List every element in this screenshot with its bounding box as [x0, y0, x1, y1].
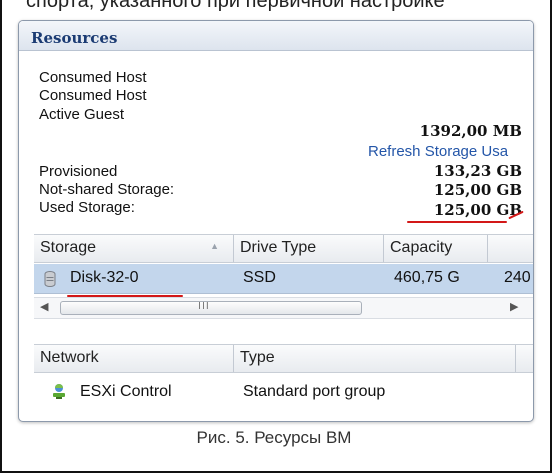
- network-icon: [53, 384, 65, 399]
- column-network-label: Network: [40, 349, 99, 366]
- network-row[interactable]: ESXi Control Standard port group: [34, 378, 533, 408]
- not-shared-storage-label: Not-shared Storage:: [39, 181, 175, 198]
- disk-capacity: 460,75 G: [394, 269, 460, 286]
- scroll-thumb[interactable]: III: [60, 301, 362, 315]
- refresh-storage-link[interactable]: Refresh Storage Usa: [368, 143, 508, 160]
- active-guest-value: 1392,00 MB: [419, 122, 522, 140]
- column-type[interactable]: Type: [234, 345, 516, 372]
- panel-header: Resources: [19, 21, 533, 51]
- scroll-grip: III: [198, 301, 210, 312]
- consumed-host-label-1: Consumed Host: [39, 69, 147, 86]
- scroll-right-icon[interactable]: ▶: [510, 300, 518, 313]
- column-capacity[interactable]: Capacity: [384, 235, 488, 262]
- column-drive-type[interactable]: Drive Type: [234, 235, 384, 262]
- storage-table-header: Storage ▲ Drive Type Capacity: [34, 234, 533, 263]
- used-storage-label: Used Storage:: [39, 199, 135, 216]
- network-type: Standard port group: [243, 383, 386, 400]
- horizontal-scrollbar[interactable]: ◀ III ▶: [34, 297, 533, 319]
- scroll-left-icon[interactable]: ◀: [40, 300, 48, 313]
- disk-name: Disk-32-0: [70, 269, 139, 286]
- column-type-label: Type: [240, 349, 275, 366]
- consumed-host-label-2: Consumed Host: [39, 87, 147, 104]
- sort-arrow-icon: ▲: [210, 241, 219, 251]
- network-name: ESXi Control: [80, 383, 172, 400]
- provisioned-label: Provisioned: [39, 163, 118, 180]
- resources-panel: Resources Consumed Host Consumed Host Ac…: [18, 20, 534, 422]
- network-table-header: Network Type: [34, 344, 533, 373]
- active-guest-label: Active Guest: [39, 106, 125, 123]
- disk-drive-type: SSD: [243, 269, 276, 286]
- disk-extra-column: 240: [504, 269, 531, 286]
- figure-caption: Рис. 5. Ресурсы ВМ: [196, 428, 352, 447]
- not-shared-storage-value: 125,00 GB: [433, 181, 522, 199]
- column-capacity-label: Capacity: [390, 239, 453, 256]
- storage-row-disk[interactable]: Disk-32-0 SSD 460,75 G 240: [34, 264, 533, 294]
- used-storage-underline: [407, 221, 507, 223]
- provisioned-value: 133,23 GB: [433, 162, 522, 180]
- disk-icon: [44, 271, 56, 287]
- column-storage-label: Storage: [40, 239, 97, 256]
- panel-title: Resources: [31, 29, 118, 47]
- column-storage[interactable]: Storage ▲: [34, 235, 234, 262]
- column-network[interactable]: Network: [34, 345, 234, 372]
- column-drive-type-label: Drive Type: [240, 239, 317, 256]
